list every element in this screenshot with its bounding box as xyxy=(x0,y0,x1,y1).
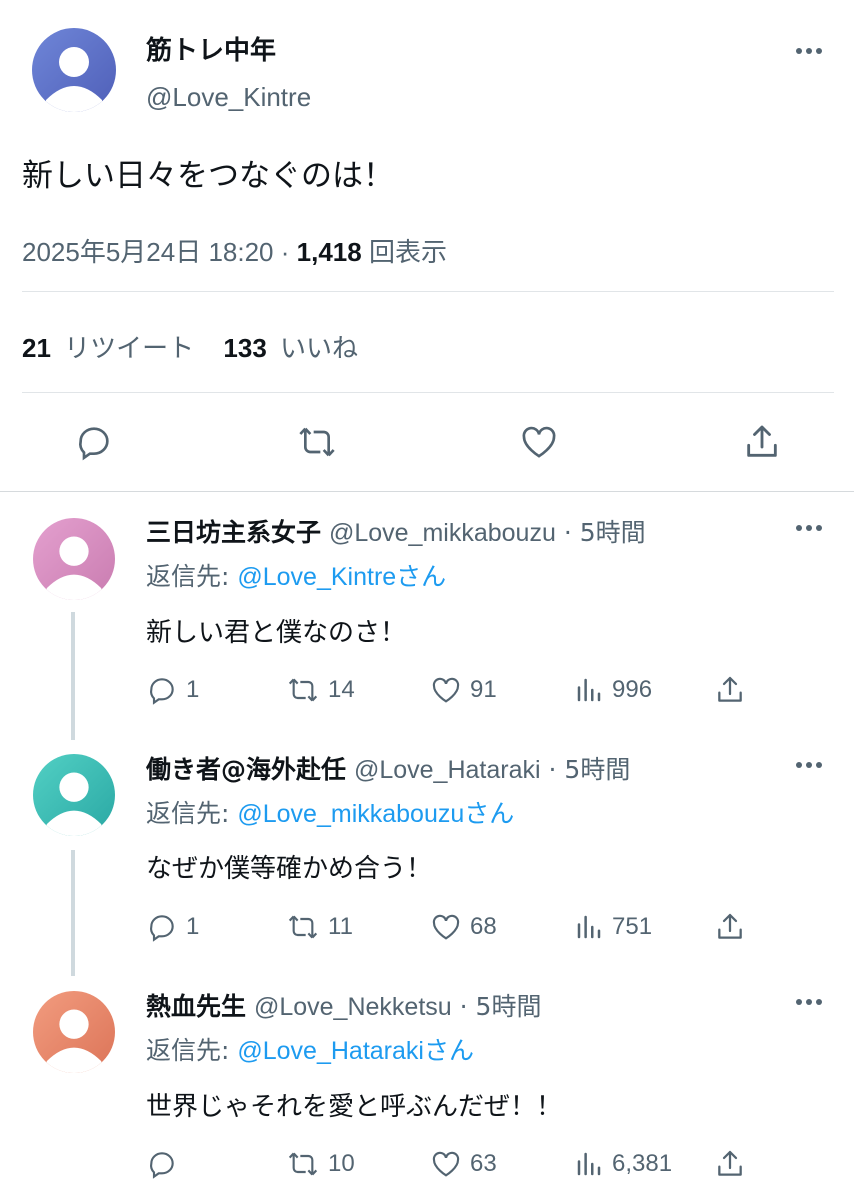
views-button[interactable]: 751 xyxy=(574,911,652,943)
reply-prefix: 返信先: xyxy=(146,562,238,591)
views-count: 6,381 xyxy=(612,1150,673,1177)
views-count: 996 xyxy=(612,676,653,703)
time[interactable]: · 5時間 xyxy=(460,992,542,1021)
reply-header: 熱血先生 @Love_Nekketsu · 5時間 xyxy=(146,987,541,1023)
reply-button[interactable] xyxy=(146,1148,186,1180)
like-count: 68 xyxy=(470,913,497,940)
display-name[interactable]: 働き者@海外赴任 xyxy=(146,755,346,784)
divider xyxy=(22,291,834,292)
retweets-label[interactable]: リツイート xyxy=(64,333,194,363)
reply-to-link[interactable]: @Love_Hatarakiさん xyxy=(237,1037,474,1065)
share-button[interactable] xyxy=(714,1148,746,1180)
handle[interactable]: @Love_Hataraki xyxy=(354,756,541,784)
retweet-button[interactable]: 11 xyxy=(286,911,353,943)
like-count: 63 xyxy=(470,1150,497,1177)
timestamp[interactable]: 2025年5月24日 18:20 xyxy=(22,237,274,267)
reply-text: 新しい君と僕なのさ！ xyxy=(146,618,407,648)
reply-count: 1 xyxy=(186,676,200,703)
reply-text: なぜか僕等確かめ合う！ xyxy=(146,854,433,884)
like-count: 91 xyxy=(470,676,497,703)
like-icon xyxy=(522,426,556,458)
like-button[interactable] xyxy=(519,422,559,466)
reply-icon xyxy=(150,1152,174,1179)
share-icon xyxy=(718,1150,742,1176)
views-count: 751 xyxy=(612,913,653,940)
avatar[interactable] xyxy=(33,754,115,836)
reply-icon xyxy=(79,427,109,461)
share-icon xyxy=(718,676,742,702)
tweet-text: 新しい日々をつなぐのは！ xyxy=(22,158,394,194)
share-button[interactable] xyxy=(714,674,746,706)
more-icon[interactable] xyxy=(796,760,826,770)
retweets-count[interactable]: 21 xyxy=(22,333,51,363)
avatar[interactable] xyxy=(33,991,115,1073)
handle[interactable]: @Love_Nekketsu xyxy=(254,993,452,1021)
like-icon xyxy=(432,677,460,703)
likes-count[interactable]: 133 xyxy=(223,333,266,363)
views-icon xyxy=(577,1152,601,1176)
timestamp-line: 2025年5月24日 18:20 · 1,418 回表示 xyxy=(22,232,447,269)
retweet-button[interactable]: 14 xyxy=(286,674,355,706)
reply-button[interactable]: 1 xyxy=(146,911,199,943)
reply-button[interactable] xyxy=(74,422,114,466)
like-icon xyxy=(432,1151,460,1177)
time[interactable]: · 5時間 xyxy=(564,518,646,547)
avatar[interactable] xyxy=(32,28,116,112)
display-name[interactable]: 三日坊主系女子 xyxy=(146,518,321,547)
reply-count: 1 xyxy=(186,913,200,940)
share-icon xyxy=(718,913,742,939)
views-icon xyxy=(577,915,601,939)
like-button[interactable]: 63 xyxy=(430,1148,497,1180)
separator: · xyxy=(280,237,290,267)
like-icon xyxy=(432,914,460,940)
more-icon[interactable] xyxy=(796,46,826,56)
share-button[interactable] xyxy=(714,911,746,943)
likes-label[interactable]: いいね xyxy=(280,333,358,363)
reply-to-line: 返信先: @Love_mikkabouzuさん xyxy=(146,794,514,830)
retweet-count: 10 xyxy=(328,1150,355,1177)
handle[interactable]: @Love_Kintre xyxy=(146,82,311,113)
time[interactable]: · 5時間 xyxy=(549,755,631,784)
display-name[interactable]: 熱血先生 xyxy=(146,992,246,1021)
reply-to-link[interactable]: @Love_mikkabouzuさん xyxy=(237,800,514,828)
reply-header: 三日坊主系女子 @Love_mikkabouzu · 5時間 xyxy=(146,513,646,549)
retweet-count: 14 xyxy=(328,676,355,703)
avatar[interactable] xyxy=(33,518,115,600)
views-label: 回表示 xyxy=(368,237,447,267)
divider xyxy=(0,491,854,492)
reply-to-line: 返信先: @Love_Hatarakiさん xyxy=(146,1031,474,1067)
reply-to-link[interactable]: @Love_Kintreさん xyxy=(237,563,446,591)
retweet-button[interactable]: 10 xyxy=(286,1148,355,1180)
retweet-icon xyxy=(288,678,318,702)
share-icon xyxy=(747,425,777,457)
reply-icon xyxy=(150,678,174,705)
reply-text: 世界じゃそれを愛と呼ぶんだぜ！！ xyxy=(146,1092,563,1122)
share-button[interactable] xyxy=(742,422,782,466)
views-count: 1,418 xyxy=(296,237,362,267)
display-name[interactable]: 筋トレ中年 xyxy=(146,30,276,67)
handle[interactable]: @Love_mikkabouzu xyxy=(329,519,556,547)
like-button[interactable]: 68 xyxy=(430,911,497,943)
engagement-stats: 21 リツイート 133 いいね xyxy=(22,328,358,365)
reply-header: 働き者@海外赴任 @Love_Hataraki · 5時間 xyxy=(146,750,630,786)
reply-to-line: 返信先: @Love_Kintreさん xyxy=(146,557,446,593)
divider xyxy=(22,392,834,393)
reply-prefix: 返信先: xyxy=(146,799,238,828)
retweet-icon xyxy=(288,915,318,939)
retweet-icon xyxy=(299,427,335,457)
retweet-icon xyxy=(288,1152,318,1176)
reply-icon xyxy=(150,915,174,942)
more-icon[interactable] xyxy=(796,523,826,533)
views-button[interactable]: 996 xyxy=(574,674,652,706)
reply-prefix: 返信先: xyxy=(146,1036,238,1065)
retweet-count: 11 xyxy=(328,913,353,940)
views-icon xyxy=(577,678,601,702)
thread-line xyxy=(71,850,75,976)
thread-line xyxy=(71,612,75,740)
more-icon[interactable] xyxy=(796,997,826,1007)
retweet-button[interactable] xyxy=(296,422,338,466)
reply-button[interactable]: 1 xyxy=(146,674,199,706)
views-button[interactable]: 6,381 xyxy=(574,1148,672,1180)
like-button[interactable]: 91 xyxy=(430,674,497,706)
